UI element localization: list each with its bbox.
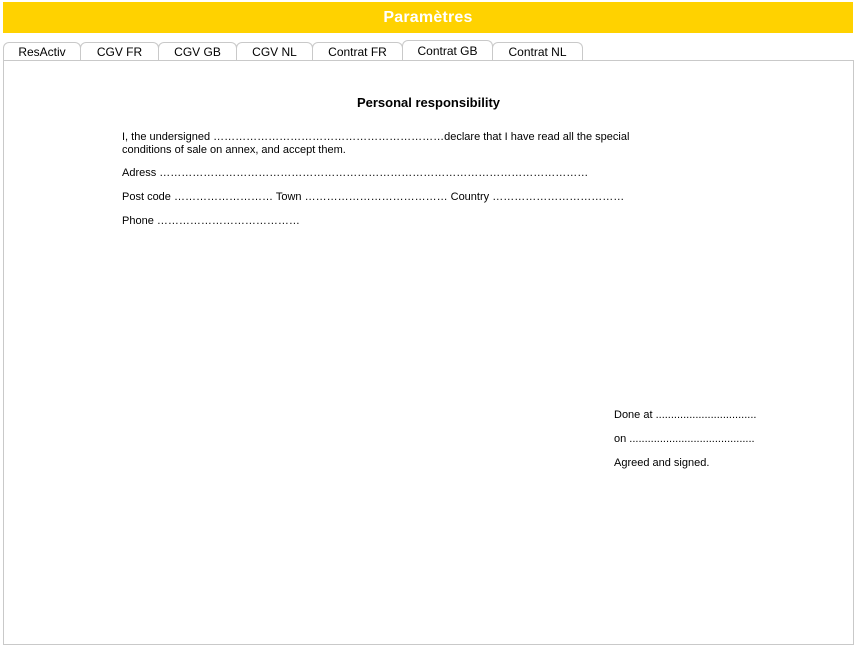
done-at-line: Done at ................................… <box>614 409 757 421</box>
tab-bar: ResActiv CGV FR CGV GB CGV NL Contrat FR… <box>3 40 583 61</box>
tab-contrat-fr[interactable]: Contrat FR <box>312 42 403 61</box>
declaration-line-2: conditions of sale on annex, and accept … <box>122 144 346 156</box>
document-title: Personal responsibility <box>356 95 501 110</box>
window-title-bar: Paramètres <box>3 2 853 33</box>
address-line: Adress ………………………………………………………………………………………… <box>122 167 589 179</box>
contract-document: Personal responsibility I, the undersign… <box>4 61 853 644</box>
phone-line: Phone ………………………………… <box>122 215 300 227</box>
tab-content-panel: Personal responsibility I, the undersign… <box>3 60 854 645</box>
tab-cgv-fr[interactable]: CGV FR <box>80 42 159 61</box>
tab-resactiv[interactable]: ResActiv <box>3 42 81 61</box>
tab-cgv-nl[interactable]: CGV NL <box>236 42 313 61</box>
agreed-signed-text: Agreed and signed. <box>614 457 710 469</box>
window-title: Paramètres <box>383 8 473 26</box>
tab-cgv-gb[interactable]: CGV GB <box>158 42 237 61</box>
postcode-town-country-line: Post code ……………………… Town ………………………………… C… <box>122 191 625 203</box>
date-on-line: on .....................................… <box>614 433 755 445</box>
declaration-line-1: I, the undersigned ………………………………………………………… <box>122 131 630 143</box>
tab-contrat-nl[interactable]: Contrat NL <box>492 42 583 61</box>
tab-contrat-gb[interactable]: Contrat GB <box>402 40 493 61</box>
